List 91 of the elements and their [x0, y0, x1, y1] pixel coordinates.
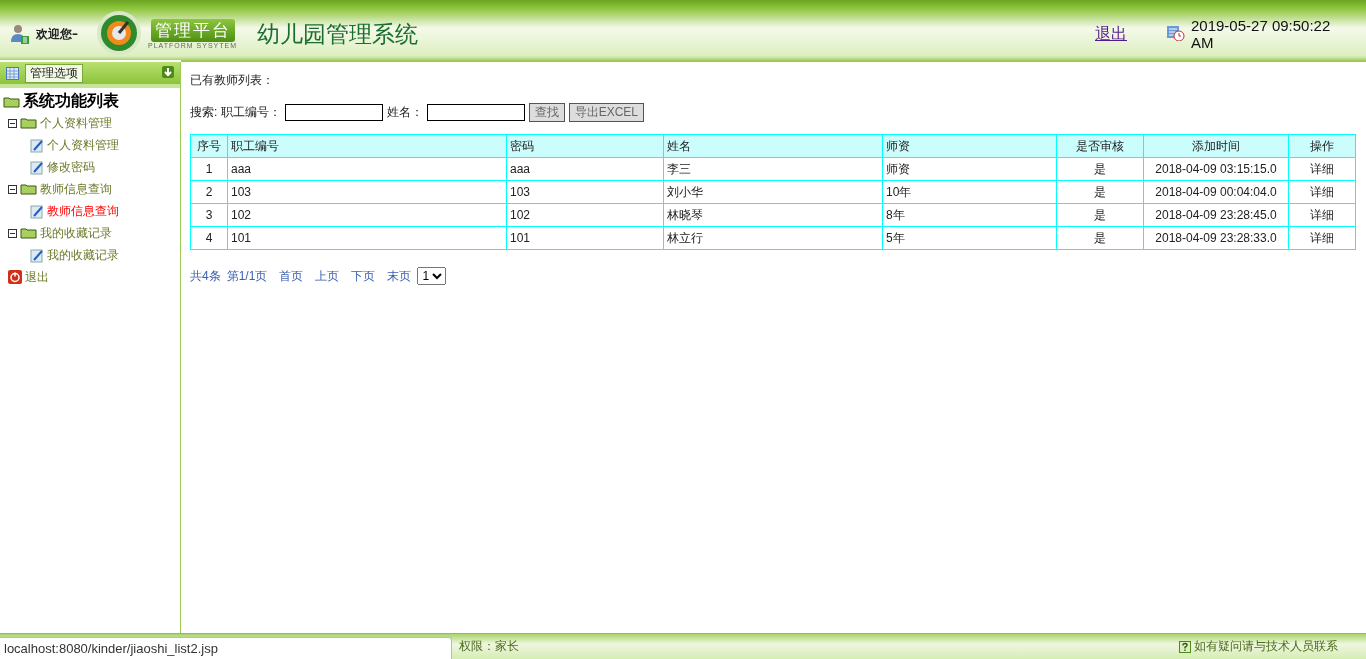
detail-link[interactable]: 详细: [1288, 180, 1356, 204]
collapse-icon[interactable]: [8, 118, 17, 128]
table-cell: 103: [227, 180, 507, 204]
tree-item[interactable]: 我的收藏记录: [47, 246, 119, 264]
table-cell: 是: [1056, 157, 1144, 181]
column-header: 职工编号: [227, 134, 507, 158]
down-arrow-icon[interactable]: [162, 65, 174, 78]
pager-link[interactable]: 上页: [315, 267, 340, 285]
detail-link[interactable]: 详细: [1288, 226, 1356, 250]
welcome-text: 欢迎您–: [36, 25, 78, 43]
platform-badge: 管理平台: [150, 19, 235, 42]
panel-heading: 管理选项: [25, 63, 83, 83]
table-cell: 3: [190, 203, 228, 227]
calendar-clock-icon: [1167, 24, 1185, 41]
collapse-icon[interactable]: [8, 184, 17, 194]
table-cell: 2: [190, 180, 228, 204]
name-label: 姓名：: [386, 104, 423, 121]
table-cell: aaa: [227, 157, 507, 181]
note-pencil-icon: [30, 159, 44, 175]
table-cell: 10年: [882, 180, 1057, 204]
table-cell: 2018-04-09 00:04:04.0: [1143, 180, 1289, 204]
table-cell: 林立行: [663, 226, 883, 250]
folder-icon: [20, 183, 37, 195]
tree-item[interactable]: 退出: [25, 268, 49, 286]
note-pencil-icon: [30, 247, 44, 263]
name-field[interactable]: [426, 104, 525, 121]
table-cell: 是: [1056, 203, 1144, 227]
search-label: 搜索: 职工编号：: [190, 104, 281, 121]
table-cell: 李三: [663, 157, 883, 181]
note-pencil-icon: [30, 203, 44, 219]
export-button[interactable]: 导出EXCEL: [568, 103, 645, 122]
table-cell: 102: [227, 203, 507, 227]
table-cell: aaa: [506, 157, 664, 181]
folder-icon: [3, 95, 20, 108]
table-cell: 师资: [882, 157, 1057, 181]
column-header: 师资: [882, 134, 1057, 158]
column-header: 姓名: [663, 134, 883, 158]
table-cell: 2018-04-09 23:28:33.0: [1143, 226, 1289, 250]
power-icon: [8, 270, 22, 284]
table-cell: 4: [190, 226, 228, 250]
logo-icon: [96, 9, 142, 56]
table-cell: 5年: [882, 226, 1057, 250]
table-cell: 是: [1056, 180, 1144, 204]
table-icon: [6, 66, 19, 80]
record-count: 共4条: [190, 267, 221, 285]
table-cell: 103: [506, 180, 664, 204]
table-cell: 8年: [882, 203, 1057, 227]
role-label: 权限：: [459, 638, 495, 655]
help-text: 如有疑问请与技术人员联系: [1194, 638, 1338, 655]
pager-link[interactable]: 下页: [351, 267, 376, 285]
help-icon: [1179, 640, 1191, 653]
detail-link[interactable]: 详细: [1288, 157, 1356, 181]
table-cell: 刘小华: [663, 180, 883, 204]
note-pencil-icon: [30, 137, 44, 153]
tree-folder[interactable]: 我的收藏记录: [40, 224, 112, 242]
logout-link[interactable]: 退出: [1095, 23, 1127, 45]
tree-item[interactable]: 修改密码: [47, 158, 95, 176]
tree-item[interactable]: 个人资料管理: [47, 136, 119, 154]
search-button[interactable]: 查找: [528, 103, 565, 122]
user-icon: [10, 23, 30, 45]
list-caption: 已有教师列表：: [190, 72, 274, 89]
staff-id-field[interactable]: [284, 104, 383, 121]
folder-icon: [20, 227, 37, 239]
table-cell: 1: [190, 157, 228, 181]
system-title: 幼儿园管理系统: [257, 19, 418, 49]
column-header: 是否审核: [1056, 134, 1144, 158]
column-header: 添加时间: [1143, 134, 1289, 158]
table-cell: 2018-04-09 23:28:45.0: [1143, 203, 1289, 227]
column-header: 序号: [190, 134, 228, 158]
detail-link[interactable]: 详细: [1288, 203, 1356, 227]
tree-folder[interactable]: 教师信息查询: [40, 180, 112, 198]
table-cell: 林晓琴: [663, 203, 883, 227]
page-select[interactable]: 1: [417, 267, 447, 285]
collapse-icon[interactable]: [8, 228, 17, 238]
column-header: 操作: [1288, 134, 1356, 158]
tree-folder[interactable]: 个人资料管理: [40, 114, 112, 132]
pager-link[interactable]: 首页: [279, 267, 304, 285]
column-header: 密码: [506, 134, 664, 158]
page-indicator: 第1/1页: [226, 267, 268, 285]
tree-item[interactable]: 教师信息查询: [47, 202, 119, 220]
role-value: 家长: [495, 638, 519, 655]
date-time: 2019-05-27 09:50:22 AM: [1191, 17, 1332, 51]
pager-link[interactable]: 末页: [387, 267, 412, 285]
table-cell: 是: [1056, 226, 1144, 250]
table-cell: 2018-04-09 03:15:15.0: [1143, 157, 1289, 181]
status-url: localhost:8080/kinder/jiaoshi_list2.jsp: [0, 637, 452, 659]
tree-root-label: 系统功能列表: [23, 91, 119, 111]
table-cell: 102: [506, 203, 664, 227]
table-cell: 101: [506, 226, 664, 250]
table-cell: 101: [227, 226, 507, 250]
folder-icon: [20, 117, 37, 129]
